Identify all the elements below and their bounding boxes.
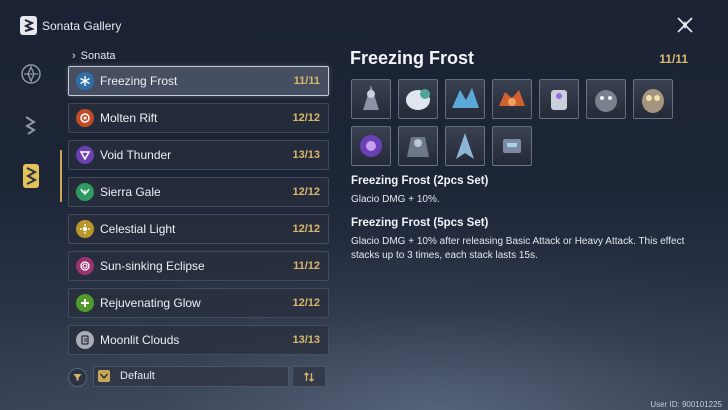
echo-frost-ogre-icon [407, 137, 429, 157]
set-row-sierra-gale[interactable]: Sierra Gale 12/12 [68, 177, 329, 207]
wind-icon [76, 183, 94, 201]
flame-icon [76, 109, 94, 127]
user-id: User ID: 900101225 [650, 400, 722, 409]
detail-title: Freezing Frost [350, 48, 475, 68]
set-name: Celestial Light [100, 222, 176, 236]
echo-tile[interactable] [445, 126, 485, 166]
set-name: Moonlit Clouds [100, 333, 180, 347]
rail-tune-button[interactable] [18, 112, 44, 138]
set-count: 12/12 [292, 186, 320, 198]
sort-order-button[interactable] [292, 366, 326, 387]
set-name: Sierra Gale [100, 185, 161, 199]
echo-tile[interactable] [492, 126, 532, 166]
set-name: Sun-sinking Eclipse [100, 259, 205, 273]
effect-description: Glacio DMG + 10%. [351, 194, 440, 205]
echo-void-orb-icon [360, 135, 382, 157]
set-name: Freezing Frost [100, 74, 178, 88]
set-name: Rejuvenating Glow [100, 296, 201, 310]
echo-snow-bird-icon [406, 89, 430, 110]
set-count: 12/12 [292, 223, 320, 235]
sonata-app-icon [20, 16, 37, 35]
echo-ice-wraith-icon [456, 133, 474, 159]
echo-hooded-figure-icon [363, 85, 379, 110]
top-bar: Sonata Gallery [0, 0, 728, 50]
chevron-down-icon [98, 370, 110, 382]
sort-label: Default [120, 370, 155, 382]
detail-count: 11/11 [659, 52, 688, 66]
echo-tile[interactable] [539, 79, 579, 119]
echo-tile[interactable] [351, 79, 391, 119]
rail-echo-button[interactable] [18, 61, 44, 87]
echo-armored-knight-icon [551, 90, 567, 110]
echo-tile[interactable] [351, 126, 391, 166]
set-row-celestial-light[interactable]: Celestial Light 12/12 [68, 214, 329, 244]
list-header: › Sonata [72, 50, 116, 62]
echo-stone-beast-icon [595, 90, 617, 112]
heal-icon [76, 294, 94, 312]
echo-tile[interactable] [445, 79, 485, 119]
set-row-molten-rift[interactable]: Molten Rift 12/12 [68, 103, 329, 133]
set-row-freezing-frost[interactable]: Freezing Frost 11/11 [68, 66, 329, 96]
set-count: 12/12 [292, 112, 320, 124]
sort-order-icon [304, 371, 314, 382]
echo-tile[interactable] [492, 79, 532, 119]
echo-ember-crab-icon [499, 90, 525, 106]
set-name: Void Thunder [100, 148, 172, 162]
side-rail [0, 50, 62, 410]
app-title: Sonata Gallery [42, 19, 122, 33]
tune-icon [24, 116, 36, 135]
echo-tile[interactable] [633, 79, 673, 119]
effect-description: Glacio DMG + 10% after releasing Basic A… [351, 236, 685, 261]
echo-tile[interactable] [586, 79, 626, 119]
cloud-icon [76, 331, 94, 349]
set-effect-5pcs: Freezing Frost (5pcs Set) Glacio DMG + 1… [351, 217, 691, 263]
set-count: 13/13 [292, 149, 320, 161]
set-count: 11/12 [293, 260, 320, 272]
filter-button[interactable] [68, 368, 87, 387]
sort-dropdown[interactable]: Default [93, 366, 289, 387]
rail-active-indicator [60, 150, 62, 202]
snowflake-icon [76, 72, 94, 90]
echo-tile[interactable] [398, 79, 438, 119]
chevron-right-icon: › [72, 50, 76, 62]
set-row-moonlit-clouds[interactable]: Moonlit Clouds 13/13 [68, 325, 329, 355]
thunder-icon [76, 146, 94, 164]
echo-mech-icon [503, 139, 521, 153]
echo-icon [21, 64, 41, 84]
set-row-void-thunder[interactable]: Void Thunder 13/13 [68, 140, 329, 170]
set-count: 11/11 [293, 75, 320, 87]
filter-icon [73, 374, 82, 381]
set-name: Molten Rift [100, 111, 158, 125]
echo-tile[interactable] [398, 126, 438, 166]
list-header-label: Sonata [80, 50, 116, 62]
set-count: 12/12 [292, 297, 320, 309]
echo-owl-icon [642, 89, 664, 113]
echo-ice-crystal-icon [452, 88, 479, 108]
set-count: 13/13 [292, 334, 320, 346]
rail-sonata-button[interactable] [18, 163, 44, 189]
close-icon [677, 17, 693, 33]
close-button[interactable] [674, 14, 696, 36]
sonata-icon [23, 164, 39, 188]
effect-name: Freezing Frost (5pcs Set) [351, 217, 489, 229]
effect-name: Freezing Frost (2pcs Set) [351, 175, 489, 187]
set-row-sun-sinking-eclipse[interactable]: Sun-sinking Eclipse 11/12 [68, 251, 329, 281]
eclipse-icon [76, 257, 94, 275]
set-row-rejuvenating-glow[interactable]: Rejuvenating Glow 12/12 [68, 288, 329, 318]
set-effect-2pcs: Freezing Frost (2pcs Set) Glacio DMG + 1… [351, 175, 691, 207]
sun-icon [76, 220, 94, 238]
